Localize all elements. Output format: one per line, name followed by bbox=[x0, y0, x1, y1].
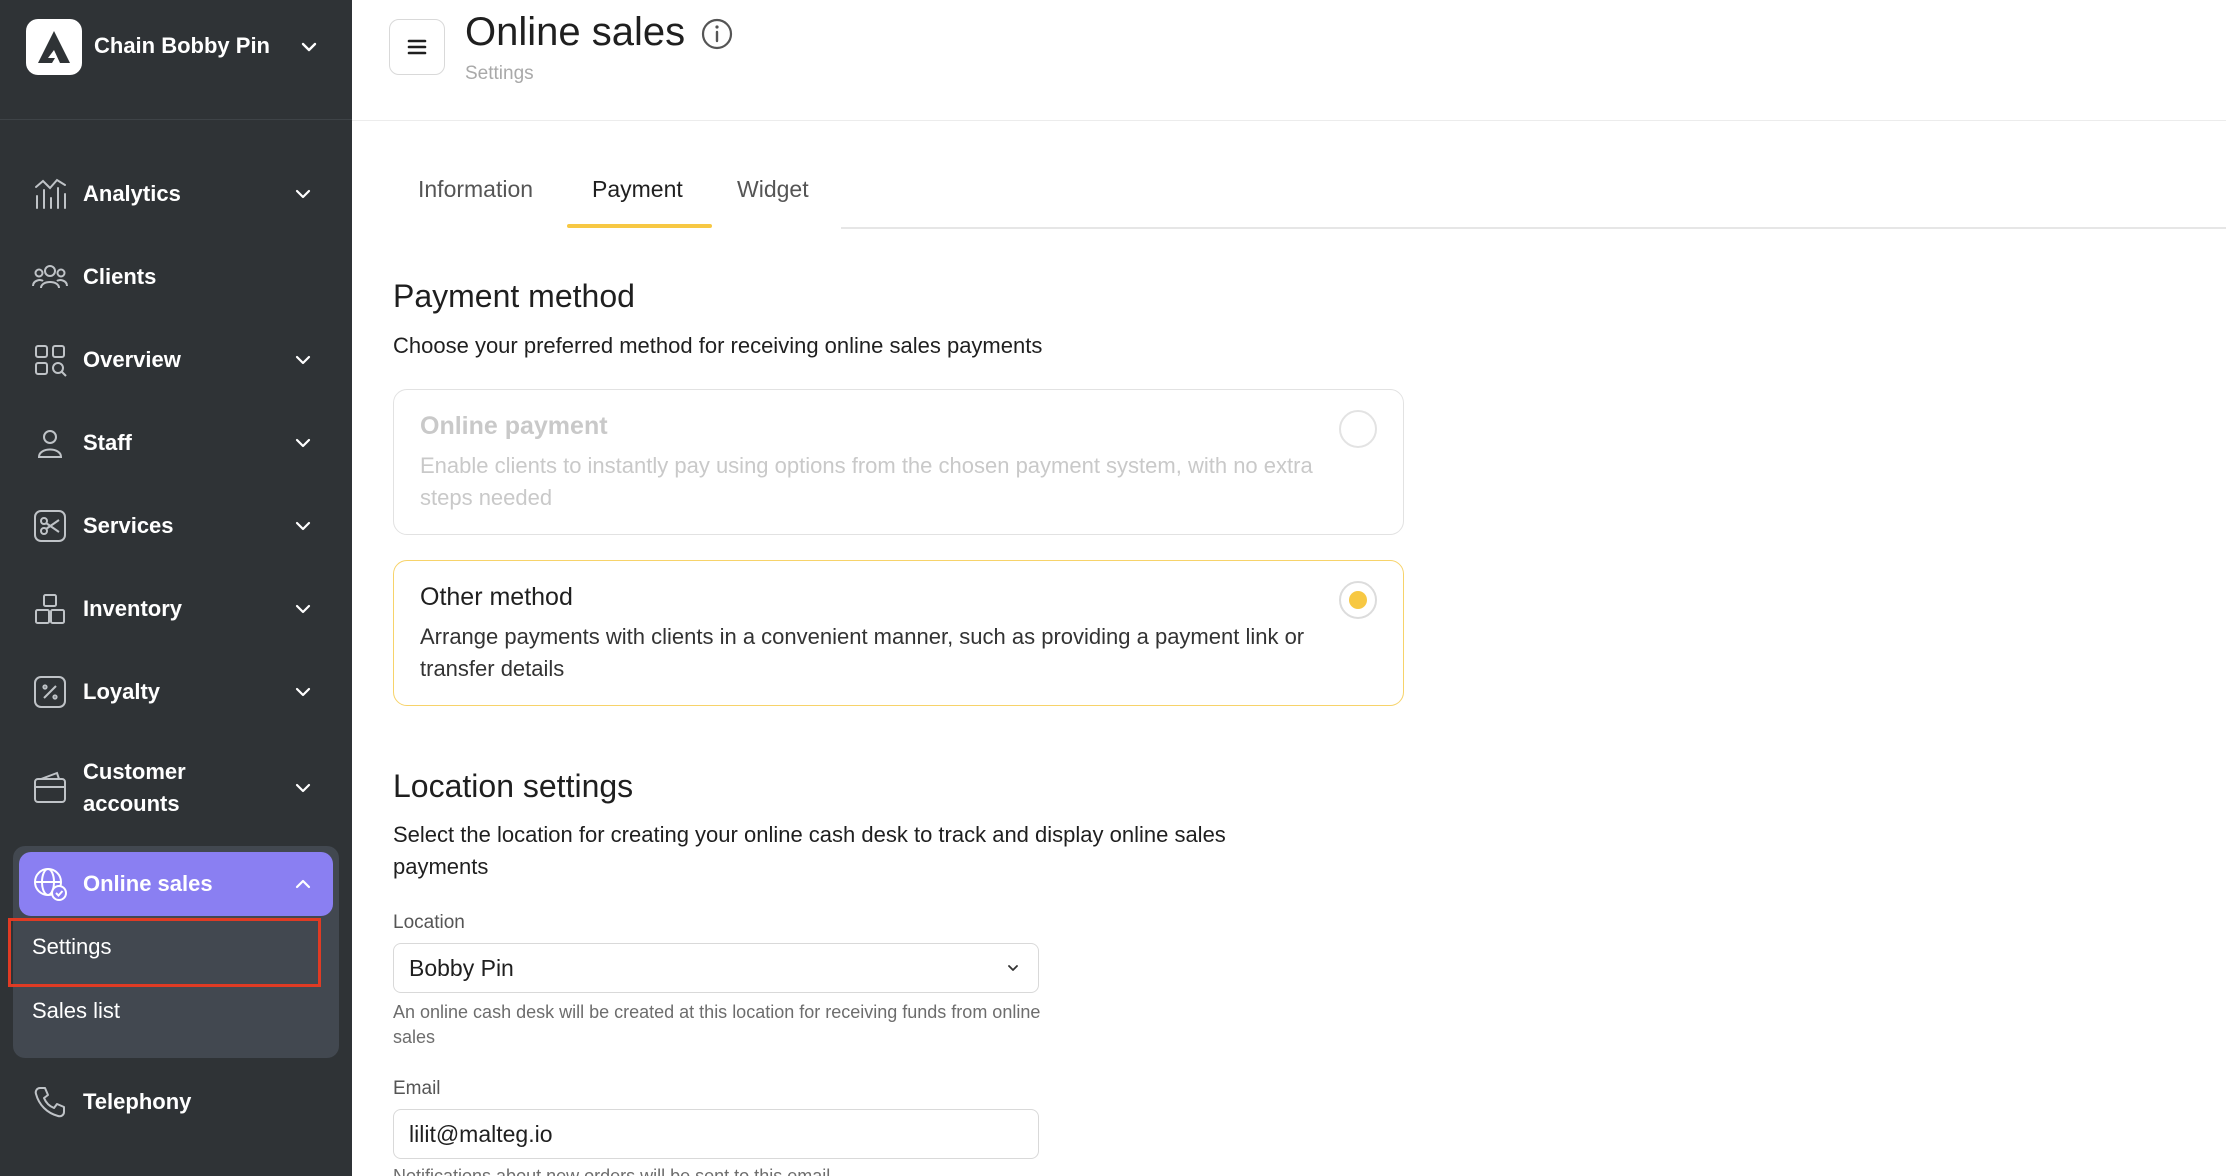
sidebar-subitem-sales-list[interactable]: Sales list bbox=[32, 998, 120, 1024]
chevron-down-icon bbox=[295, 604, 311, 614]
chevron-down-icon bbox=[295, 438, 311, 448]
chevron-down-icon bbox=[295, 521, 311, 531]
breadcrumb: Settings bbox=[465, 63, 534, 84]
sidebar-item-label: Online sales bbox=[83, 871, 213, 896]
location-hint: An online cash desk will be created at t… bbox=[393, 1002, 1041, 1047]
payment-method-description: Choose your preferred method for receivi… bbox=[393, 333, 1043, 358]
location-value: Bobby Pin bbox=[409, 955, 514, 981]
location-settings-description: Select the location for creating your on… bbox=[393, 822, 1226, 879]
option-title: Other method bbox=[420, 583, 573, 611]
brand-name: Chain Bobby Pin bbox=[94, 33, 270, 58]
radio-dot bbox=[1349, 591, 1367, 609]
sidebar-item-loyalty[interactable]: Loyalty bbox=[16, 660, 336, 724]
sidebar-item-label: Telephony bbox=[83, 1089, 192, 1114]
tabs-divider bbox=[841, 227, 2226, 229]
percent-icon bbox=[34, 676, 66, 708]
location-settings-title: Location settings bbox=[393, 768, 634, 804]
chevron-down-icon bbox=[295, 355, 311, 365]
sidebar-item-customer-accounts[interactable]: Customer accounts bbox=[16, 756, 336, 820]
hamburger-icon bbox=[407, 39, 427, 55]
tab-widget[interactable]: Widget bbox=[737, 176, 809, 203]
chevron-down-icon bbox=[1008, 965, 1018, 971]
option-description: Arrange payments with clients in a conve… bbox=[420, 624, 1305, 681]
sidebar-item-inventory[interactable]: Inventory bbox=[16, 577, 336, 641]
email-field[interactable]: lilit@malteg.io bbox=[393, 1109, 1039, 1159]
clients-icon bbox=[32, 265, 68, 289]
tab-payment[interactable]: Payment bbox=[592, 176, 683, 203]
sidebar-item-label: Analytics bbox=[83, 181, 181, 206]
radio-other-method[interactable] bbox=[1339, 581, 1377, 619]
radio-online-payment bbox=[1339, 410, 1377, 448]
scissors-icon bbox=[34, 510, 66, 542]
sidebar-item-label: Services bbox=[83, 513, 174, 538]
location-select[interactable]: Bobby Pin bbox=[393, 943, 1039, 993]
email-value: lilit@malteg.io bbox=[409, 1121, 553, 1147]
chevron-down-icon bbox=[295, 783, 311, 793]
sidebar-item-label: Overview bbox=[83, 347, 181, 372]
info-icon[interactable] bbox=[700, 17, 734, 51]
email-label: Email bbox=[393, 1078, 441, 1099]
sidebar-item-staff[interactable]: Staff bbox=[16, 411, 336, 475]
email-hint: Notifications about new orders will be s… bbox=[393, 1166, 831, 1176]
highlight-box bbox=[8, 918, 321, 987]
inventory-icon bbox=[35, 594, 65, 624]
overview-icon bbox=[35, 345, 67, 377]
chevron-down-icon bbox=[301, 42, 317, 52]
tab-information[interactable]: Information bbox=[418, 176, 533, 203]
payment-option-other[interactable]: Other method Arrange payments with clien… bbox=[393, 560, 1404, 706]
staff-icon bbox=[37, 430, 63, 458]
sidebar-item-clients[interactable]: Clients bbox=[16, 245, 336, 309]
globe-icon bbox=[34, 868, 67, 901]
phone-icon bbox=[34, 1087, 65, 1118]
brand-logo bbox=[26, 19, 82, 75]
brand-switcher[interactable]: Chain Bobby Pin bbox=[0, 0, 352, 120]
wallet-icon bbox=[34, 771, 66, 803]
location-label: Location bbox=[393, 912, 465, 933]
menu-toggle-button[interactable] bbox=[389, 19, 445, 75]
sidebar-item-telephony[interactable]: Telephony bbox=[16, 1070, 336, 1134]
chevron-down-icon bbox=[295, 687, 311, 697]
sidebar-item-label: Customer accounts bbox=[83, 759, 186, 816]
sidebar-item-label: Staff bbox=[83, 430, 132, 455]
chevron-down-icon bbox=[295, 189, 311, 199]
option-description: Enable clients to instantly pay using op… bbox=[420, 453, 1313, 510]
sidebar-item-online-sales[interactable]: Online sales bbox=[19, 852, 333, 916]
option-title: Online payment bbox=[420, 412, 608, 440]
sidebar-item-label: Clients bbox=[83, 264, 157, 289]
sidebar-item-label: Inventory bbox=[83, 596, 183, 621]
payment-option-online: Online payment Enable clients to instant… bbox=[393, 389, 1404, 535]
sidebar-item-label: Loyalty bbox=[83, 679, 161, 704]
sidebar-item-services[interactable]: Services bbox=[16, 494, 336, 558]
sidebar-item-analytics[interactable]: Analytics bbox=[16, 162, 336, 226]
sidebar-item-overview[interactable]: Overview bbox=[16, 328, 336, 392]
analytics-icon bbox=[35, 178, 66, 209]
payment-method-title: Payment method bbox=[393, 278, 635, 314]
chevron-up-icon bbox=[295, 879, 311, 889]
active-tab-indicator bbox=[567, 224, 712, 228]
page-title: Online sales bbox=[465, 10, 686, 54]
sidebar: Chain Bobby Pin Analytics Clients Overvi… bbox=[0, 0, 352, 1176]
